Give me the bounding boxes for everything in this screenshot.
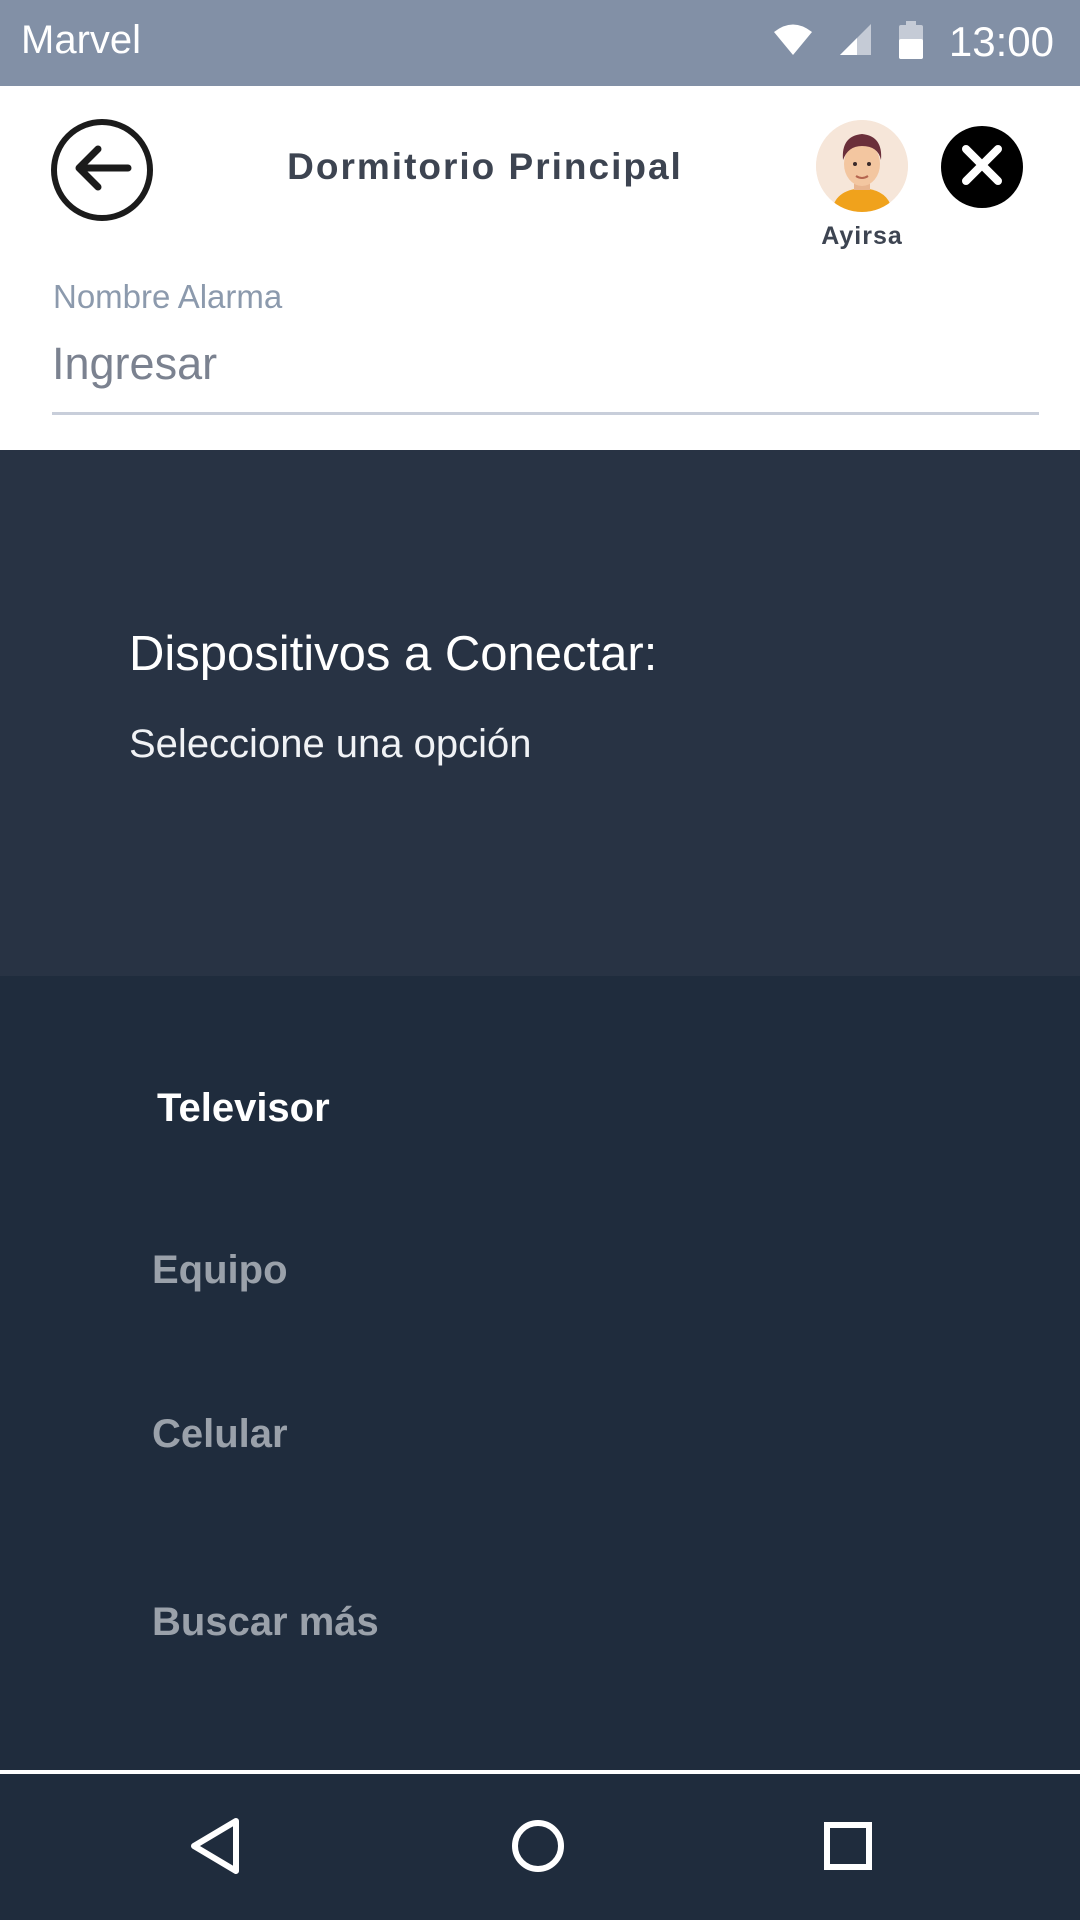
- status-bar: Marvel 13:00: [0, 0, 1080, 86]
- device-options-list: Televisor Equipo Celular Buscar más: [0, 976, 1080, 1770]
- user-avatar: [816, 120, 908, 212]
- signal-icon: [839, 23, 873, 62]
- nav-home-button[interactable]: [500, 1810, 576, 1886]
- close-button[interactable]: [941, 126, 1023, 208]
- alarm-name-label: Nombre Alarma: [53, 278, 283, 315]
- device-option-equipo[interactable]: Equipo: [152, 1248, 288, 1293]
- status-icons: 13:00: [773, 18, 1054, 66]
- back-arrow-icon: [70, 143, 134, 198]
- page-title: Dormitorio Principal: [287, 146, 683, 187]
- devices-title: Dispositivos a Conectar:: [129, 627, 658, 681]
- battery-icon: [898, 20, 923, 64]
- nav-home-icon: [510, 1818, 566, 1879]
- device-option-celular[interactable]: Celular: [152, 1412, 288, 1457]
- navigation-bar: [0, 1774, 1080, 1920]
- carrier-name: Marvel: [21, 18, 142, 62]
- status-time: 13:00: [948, 18, 1054, 65]
- devices-subtitle: Seleccione una opción: [129, 722, 532, 766]
- nav-back-button[interactable]: [176, 1810, 252, 1886]
- nav-recents-icon: [822, 1820, 874, 1877]
- devices-header-panel: Dispositivos a Conectar: Seleccione una …: [0, 450, 1080, 976]
- header: Dormitorio Principal Ayirsa Nombre Alarm…: [0, 86, 1080, 450]
- back-button[interactable]: [51, 119, 153, 221]
- user-profile[interactable]: Ayirsa: [812, 120, 912, 251]
- device-option-buscar-mas[interactable]: Buscar más: [152, 1600, 379, 1645]
- nav-recents-button[interactable]: [810, 1810, 886, 1886]
- device-option-televisor[interactable]: Televisor: [157, 1086, 330, 1131]
- nav-back-icon: [186, 1816, 242, 1881]
- alarm-name-input[interactable]: [52, 329, 1039, 415]
- user-name: Ayirsa: [821, 222, 903, 250]
- close-icon: [960, 143, 1004, 192]
- wifi-icon: [773, 23, 813, 62]
